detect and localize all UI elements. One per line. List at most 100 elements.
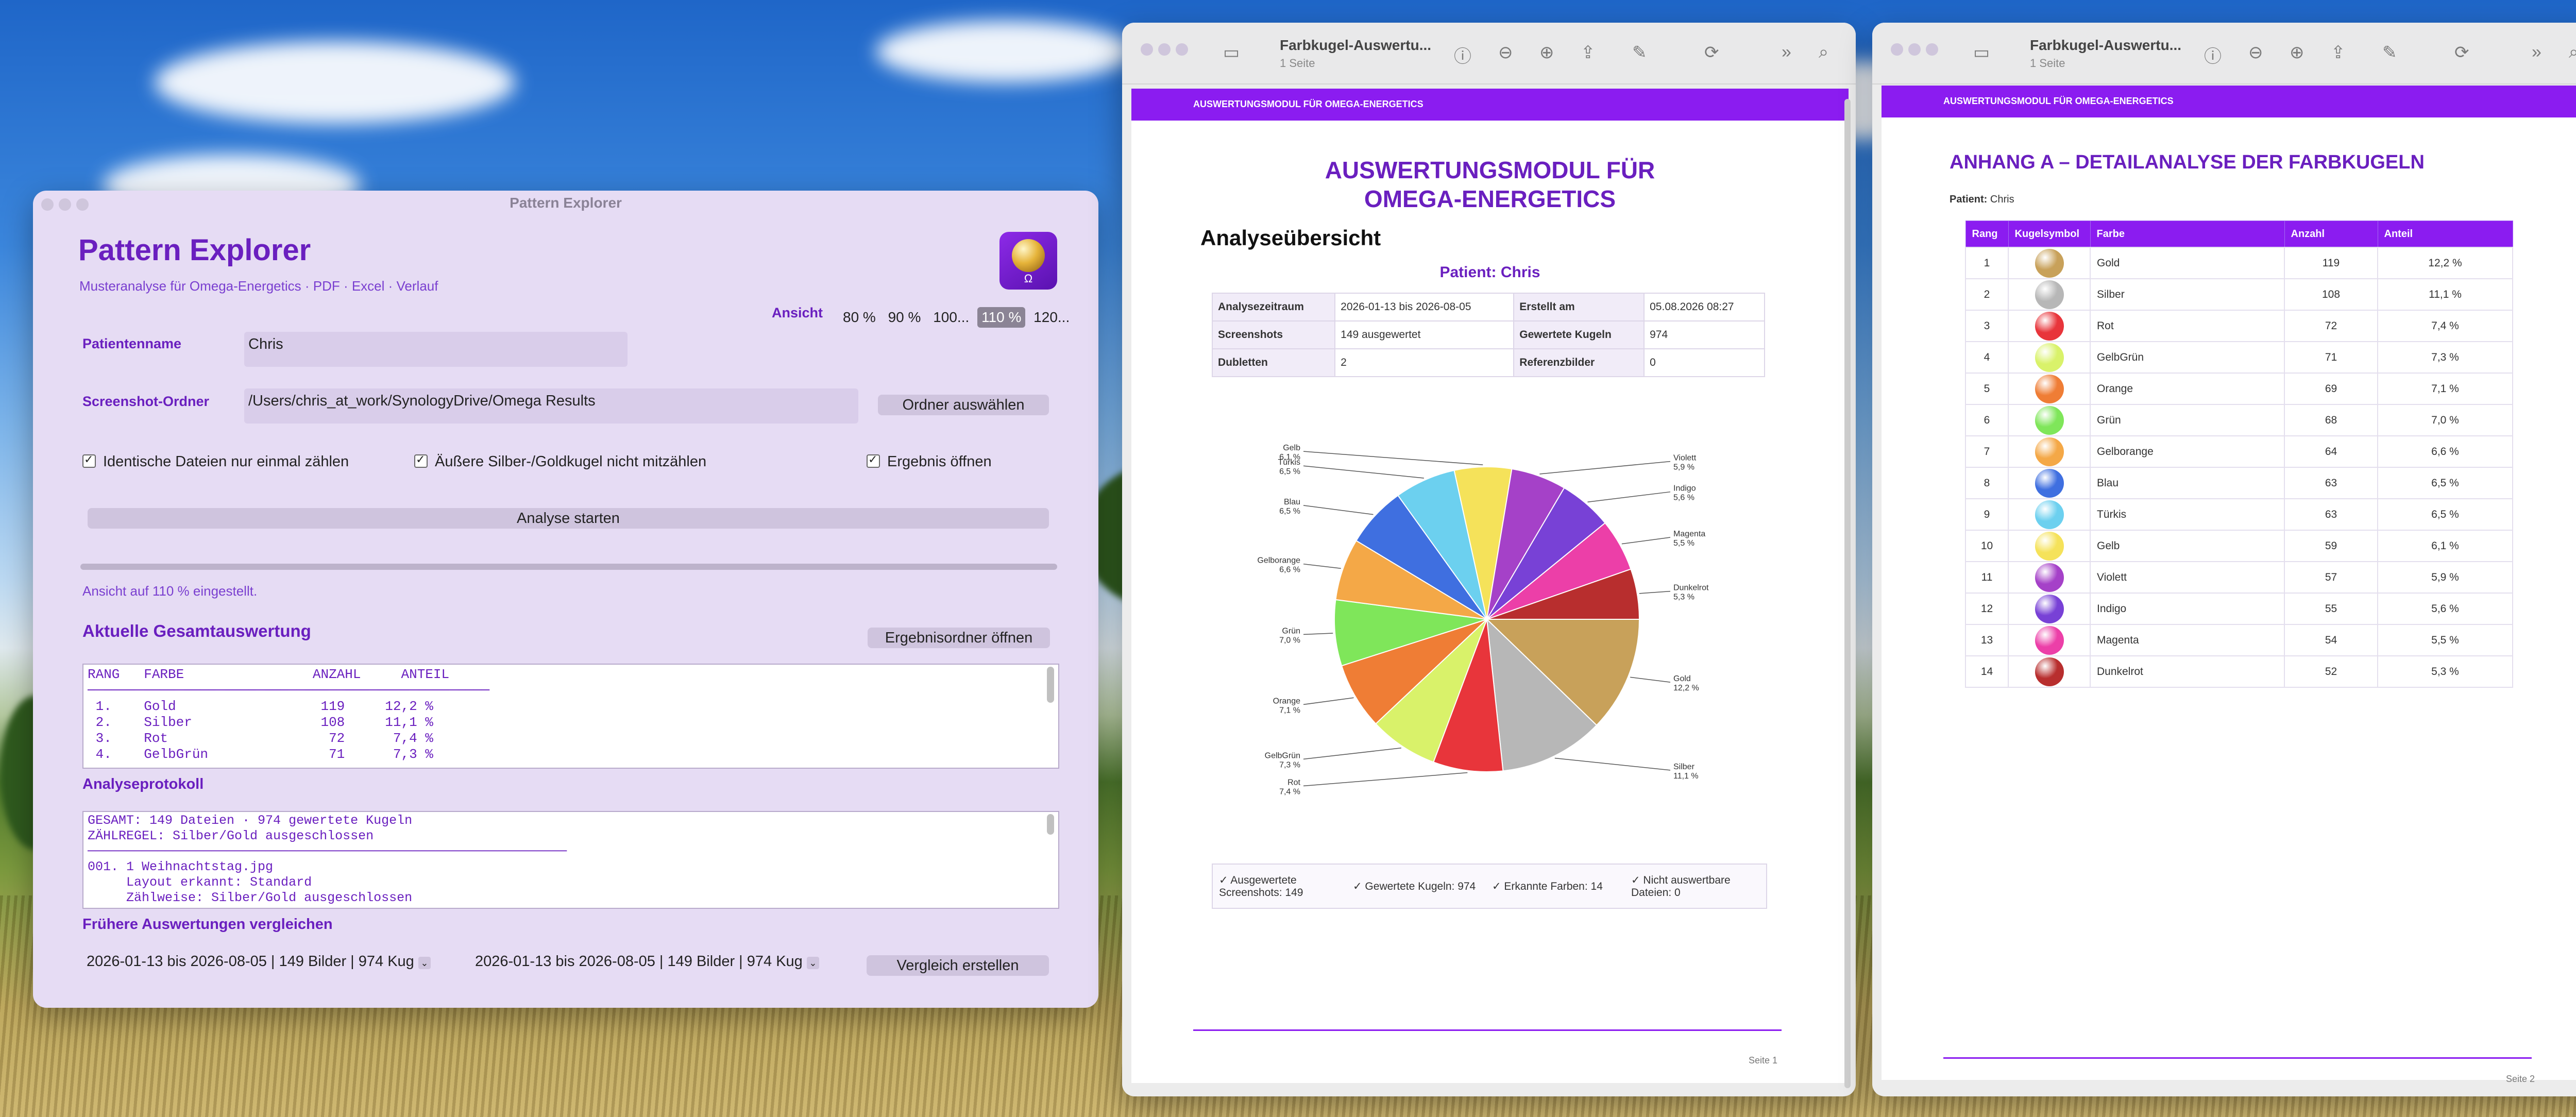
sidebar-icon[interactable]: ▭	[1223, 42, 1240, 63]
zoom-in-icon[interactable]: ⊕	[1539, 42, 1554, 63]
pie-label-percent: 7,4 %	[1279, 787, 1300, 796]
folder-path-input[interactable]: /Users/chris_at_work/SynologyDrive/Omega…	[244, 388, 858, 424]
zoom-option-110[interactable]: 110 %	[977, 307, 1026, 328]
zoom-button[interactable]	[1926, 43, 1938, 56]
table-row: 14 Dunkelrot 52 5,3 %	[1965, 655, 2513, 688]
color-cell: Blau	[2090, 467, 2285, 499]
close-button[interactable]	[1891, 43, 1903, 56]
results-textview[interactable]: RANG FARBE ANZAHL ANTEIL ───────────────…	[82, 664, 1059, 769]
search-icon[interactable]: ⌕	[2569, 42, 2576, 62]
table-row: 6 Grün 68 7,0 %	[1965, 404, 2513, 436]
preview-scrollbar[interactable]	[1844, 99, 1851, 1088]
dedupe-checkbox[interactable]: Identische Dateien nur einmal zählen	[82, 453, 349, 470]
gold-sphere-icon	[1012, 239, 1045, 272]
rotate-icon[interactable]: ⟳	[1704, 42, 1719, 63]
open-results-folder-button[interactable]: Ergebnisordner öffnen	[868, 628, 1050, 648]
open-result-checkbox[interactable]: Ergebnis öffnen	[867, 453, 992, 470]
zoom-option-90[interactable]: 90 %	[884, 307, 925, 328]
pie-chart: Gold12,2 %Silber11,1 %Rot7,4 %GelbGrün7,…	[1257, 444, 1709, 796]
table-row: 1 Gold 119 12,2 %	[1965, 247, 2513, 279]
checkbox-checked-icon	[867, 453, 880, 468]
pie-label-percent: 6,6 %	[1279, 566, 1300, 574]
markup-icon[interactable]: ✎	[2382, 42, 2397, 63]
count-cell: 69	[2284, 373, 2378, 405]
pie-label-percent: 5,3 %	[1673, 593, 1694, 602]
compare-select-a[interactable]: 2026-01-13 bis 2026-08-05 | 149 Bilder |…	[87, 953, 431, 970]
start-analysis-button[interactable]: Analyse starten	[88, 508, 1049, 529]
symbol-cell	[2008, 373, 2091, 405]
color-cell: Türkis	[2090, 498, 2285, 531]
page-number: Seite 2	[2506, 1074, 2535, 1084]
pie-leader-line	[1639, 590, 1671, 594]
markup-icon[interactable]: ✎	[1632, 42, 1647, 63]
symbol-cell	[2008, 341, 2091, 374]
share-cell: 5,5 %	[2377, 624, 2513, 656]
progress-bar	[80, 564, 1057, 570]
color-ball-icon	[2035, 280, 2064, 309]
pie-label-name: Dunkelrot	[1673, 584, 1709, 593]
sidebar-icon[interactable]: ▭	[1973, 42, 1990, 63]
info-icon[interactable]: ⓘ	[2204, 42, 2222, 67]
section-compare: Frühere Auswertungen vergleichen	[82, 916, 333, 933]
count-cell: 64	[2284, 435, 2378, 468]
meta-value: 0	[1643, 348, 1765, 377]
meta-key: Dubletten	[1211, 348, 1336, 377]
create-comparison-button[interactable]: Vergleich erstellen	[867, 955, 1049, 976]
patient-name-input[interactable]: Chris	[244, 332, 628, 367]
zoom-option-120[interactable]: 120...	[1029, 307, 1074, 328]
more-icon[interactable]: »	[1782, 42, 1791, 62]
minimize-button[interactable]	[1158, 43, 1171, 56]
zoom-option-100[interactable]: 100...	[929, 307, 973, 328]
zoom-out-icon[interactable]: ⊖	[1498, 42, 1513, 63]
appendix-patient: Patient: Chris	[1950, 194, 2014, 206]
summary-screenshots: ✓ Ausgewertete Screenshots: 149	[1219, 874, 1303, 899]
pie-label-percent: 6,1 %	[1279, 453, 1300, 462]
compare-select-b-value: 2026-01-13 bis 2026-08-05 | 149 Bilder |…	[475, 953, 803, 970]
choose-folder-button[interactable]: Ordner auswählen	[878, 395, 1049, 415]
checkbox-checked-icon	[414, 453, 428, 468]
share-icon[interactable]: ⇪	[1581, 42, 1596, 63]
pattern-explorer-window: Pattern Explorer Pattern Explorer Muster…	[33, 191, 1098, 1008]
symbol-cell	[2008, 655, 2091, 688]
color-cell: Grün	[2090, 404, 2285, 436]
rank-cell: 8	[1965, 467, 2009, 499]
search-icon[interactable]: ⌕	[1819, 42, 1828, 62]
color-cell: Gold	[2090, 247, 2285, 279]
pie-label-name: Indigo	[1673, 484, 1696, 493]
app-title: Pattern Explorer	[78, 233, 311, 267]
zoom-option-80[interactable]: 80 %	[839, 307, 880, 328]
zoom-out-icon[interactable]: ⊖	[2248, 42, 2263, 63]
meta-table: Analysezeitraum 2026-01-13 bis 2026-08-05…	[1211, 293, 1765, 377]
pie-label-name: Rot	[1287, 778, 1300, 787]
minimize-button[interactable]	[1908, 43, 1921, 56]
zoom-segmented-control[interactable]: 80 % 90 % 100... 110 % 120...	[839, 307, 1074, 328]
count-cell: 52	[2284, 655, 2378, 688]
compare-select-b[interactable]: 2026-01-13 bis 2026-08-05 | 149 Bilder |…	[475, 953, 819, 970]
zoom-button[interactable]	[1176, 43, 1188, 56]
zoom-in-icon[interactable]: ⊕	[2290, 42, 2304, 63]
table-row: 7 Gelborange 64 6,6 %	[1965, 435, 2513, 468]
results-scrollbar[interactable]	[1047, 667, 1054, 703]
meta-key: Erstellt am	[1513, 293, 1645, 321]
symbol-cell	[2008, 467, 2091, 499]
protocol-textview[interactable]: GESAMT: 149 Dateien · 974 gewertete Kuge…	[82, 811, 1059, 909]
meta-value: 2026-01-13 bis 2026-08-05	[1334, 293, 1515, 321]
close-button[interactable]	[1141, 43, 1153, 56]
pie-label-name: Orange	[1273, 697, 1300, 705]
pie-label-percent: 7,3 %	[1279, 760, 1300, 769]
pie-leader-line	[1303, 772, 1468, 787]
more-icon[interactable]: »	[2532, 42, 2541, 62]
color-cell: Magenta	[2090, 624, 2285, 656]
pdf-page-2: AUSWERTUNGSMODUL FÜR OMEGA-ENERGETICS AN…	[1882, 86, 2576, 1084]
color-ball-icon	[2035, 563, 2064, 592]
protocol-scrollbar[interactable]	[1047, 814, 1054, 835]
color-ball-icon	[2035, 374, 2064, 403]
col-symbol: Kugelsymbol	[2008, 221, 2091, 248]
rank-cell: 10	[1965, 530, 2009, 562]
page-header-band: AUSWERTUNGSMODUL FÜR OMEGA-ENERGETICS	[1882, 86, 2576, 117]
pie-label-percent: 12,2 %	[1673, 684, 1699, 692]
rotate-icon[interactable]: ⟳	[2454, 42, 2469, 63]
info-icon[interactable]: ⓘ	[1454, 42, 1471, 67]
exclude-outer-checkbox[interactable]: Äußere Silber-/Goldkugel nicht mitzählen	[414, 453, 706, 470]
share-icon[interactable]: ⇪	[2331, 42, 2346, 63]
